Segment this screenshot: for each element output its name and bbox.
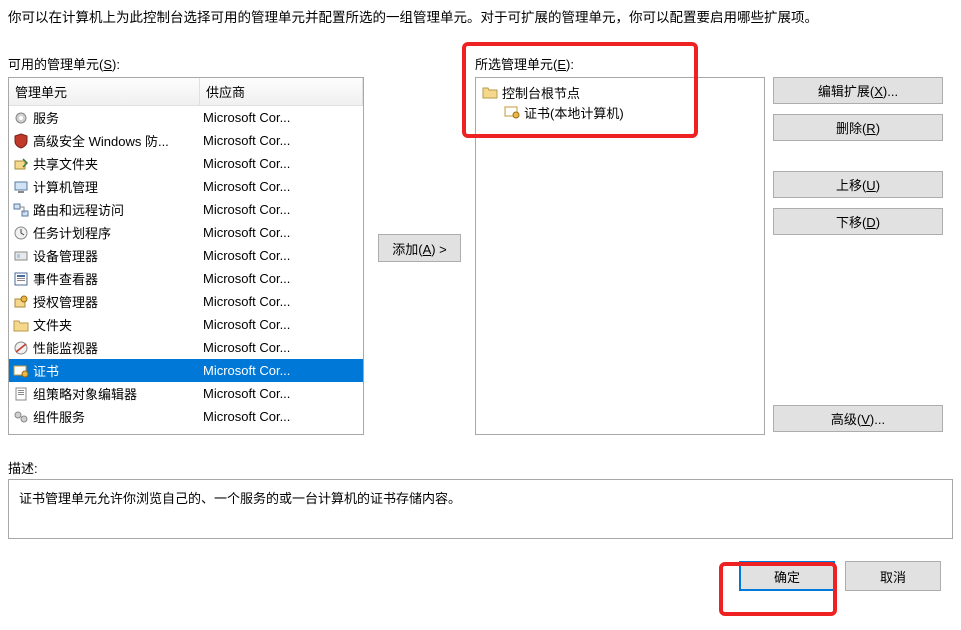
item-name: 证书 (33, 361, 201, 380)
tree-root-label: 控制台根节点 (502, 83, 580, 102)
remove-button[interactable]: 删除(R) (773, 114, 943, 141)
list-item[interactable]: 高级安全 Windows 防...Microsoft Cor... (9, 129, 363, 152)
advanced-button[interactable]: 高级(V)... (773, 405, 943, 432)
route-icon (12, 202, 30, 218)
available-snapins-label: 可用的管理单元(S): (8, 54, 364, 73)
list-item[interactable]: 设备管理器Microsoft Cor... (9, 244, 363, 267)
move-down-button[interactable]: 下移(D) (773, 208, 943, 235)
item-vendor: Microsoft Cor... (201, 133, 363, 148)
item-name: 授权管理器 (33, 292, 201, 311)
item-vendor: Microsoft Cor... (201, 248, 363, 263)
item-name: 设备管理器 (33, 246, 201, 265)
share-icon (12, 156, 30, 172)
policy-icon (12, 386, 30, 402)
list-item[interactable]: 共享文件夹Microsoft Cor... (9, 152, 363, 175)
folder-icon (482, 84, 498, 100)
list-item[interactable] (9, 428, 363, 434)
tree-item-certificates[interactable]: 证书(本地计算机) (502, 102, 760, 122)
gear-icon (12, 110, 30, 126)
item-name: 路由和远程访问 (33, 200, 201, 219)
move-up-button[interactable]: 上移(U) (773, 171, 943, 198)
device-icon (12, 248, 30, 264)
computer-icon (12, 179, 30, 195)
list-item[interactable]: 计算机管理Microsoft Cor... (9, 175, 363, 198)
item-vendor: Microsoft Cor... (201, 317, 363, 332)
item-vendor: Microsoft Cor... (201, 156, 363, 171)
tree-child-label: 证书(本地计算机) (524, 103, 624, 122)
add-button[interactable]: 添加(A) > (378, 234, 461, 262)
selected-snapins-label: 所选管理单元(E): (475, 54, 765, 73)
item-vendor: Microsoft Cor... (201, 271, 363, 286)
list-item[interactable]: 组件服务Microsoft Cor... (9, 405, 363, 428)
item-vendor: Microsoft Cor... (201, 340, 363, 355)
description-text: 证书管理单元允许你浏览自己的、一个服务的或一台计算机的证书存储内容。 (19, 491, 461, 506)
list-item[interactable]: 任务计划程序Microsoft Cor... (9, 221, 363, 244)
folder-icon (12, 317, 30, 333)
list-item[interactable]: 文件夹Microsoft Cor... (9, 313, 363, 336)
list-item[interactable]: 服务Microsoft Cor... (9, 106, 363, 129)
item-vendor: Microsoft Cor... (201, 363, 363, 378)
item-vendor: Microsoft Cor... (201, 409, 363, 424)
blank-icon (12, 432, 30, 435)
item-vendor: Microsoft Cor... (201, 225, 363, 240)
perf-icon (12, 340, 30, 356)
intro-text: 你可以在计算机上为此控制台选择可用的管理单元并配置所选的一组管理单元。对于可扩展… (8, 6, 953, 26)
item-name: 服务 (33, 108, 201, 127)
clock-icon (12, 225, 30, 241)
tree-root[interactable]: 控制台根节点 (480, 82, 760, 102)
item-name: 事件查看器 (33, 269, 201, 288)
item-name: 任务计划程序 (33, 223, 201, 242)
selected-snapins-tree[interactable]: 控制台根节点 证书(本地计算机) (475, 77, 765, 435)
list-header: 管理单元 供应商 (9, 78, 363, 106)
item-name: 共享文件夹 (33, 154, 201, 173)
item-name: 性能监视器 (33, 338, 201, 357)
list-item[interactable]: 路由和远程访问Microsoft Cor... (9, 198, 363, 221)
item-name: 计算机管理 (33, 177, 201, 196)
header-vendor[interactable]: 供应商 (200, 78, 363, 105)
event-icon (12, 271, 30, 287)
list-item[interactable]: 授权管理器Microsoft Cor... (9, 290, 363, 313)
cert-icon (12, 363, 30, 379)
description-box: 证书管理单元允许你浏览自己的、一个服务的或一台计算机的证书存储内容。 (8, 479, 953, 539)
item-name: 文件夹 (33, 315, 201, 334)
list-item[interactable]: 性能监视器Microsoft Cor... (9, 336, 363, 359)
auth-icon (12, 294, 30, 310)
cert-icon (504, 104, 520, 120)
description-label: 描述: (8, 458, 953, 477)
cancel-button[interactable]: 取消 (845, 561, 941, 591)
comp-icon (12, 409, 30, 425)
list-item[interactable]: 组策略对象编辑器Microsoft Cor... (9, 382, 363, 405)
item-vendor: Microsoft Cor... (201, 110, 363, 125)
list-item[interactable]: 证书Microsoft Cor... (9, 359, 363, 382)
item-vendor: Microsoft Cor... (201, 386, 363, 401)
item-vendor: Microsoft Cor... (201, 202, 363, 217)
edit-extensions-button[interactable]: 编辑扩展(X)... (773, 77, 943, 104)
header-name[interactable]: 管理单元 (9, 78, 200, 105)
item-name: 组策略对象编辑器 (33, 384, 201, 403)
item-vendor: Microsoft Cor... (201, 294, 363, 309)
item-vendor: Microsoft Cor... (201, 179, 363, 194)
list-item[interactable]: 事件查看器Microsoft Cor... (9, 267, 363, 290)
item-name: 组件服务 (33, 407, 201, 426)
available-snapins-list[interactable]: 管理单元 供应商 服务Microsoft Cor...高级安全 Windows … (8, 77, 364, 435)
ok-button[interactable]: 确定 (739, 561, 835, 591)
item-name: 高级安全 Windows 防... (33, 131, 201, 150)
shield-icon (12, 133, 30, 149)
